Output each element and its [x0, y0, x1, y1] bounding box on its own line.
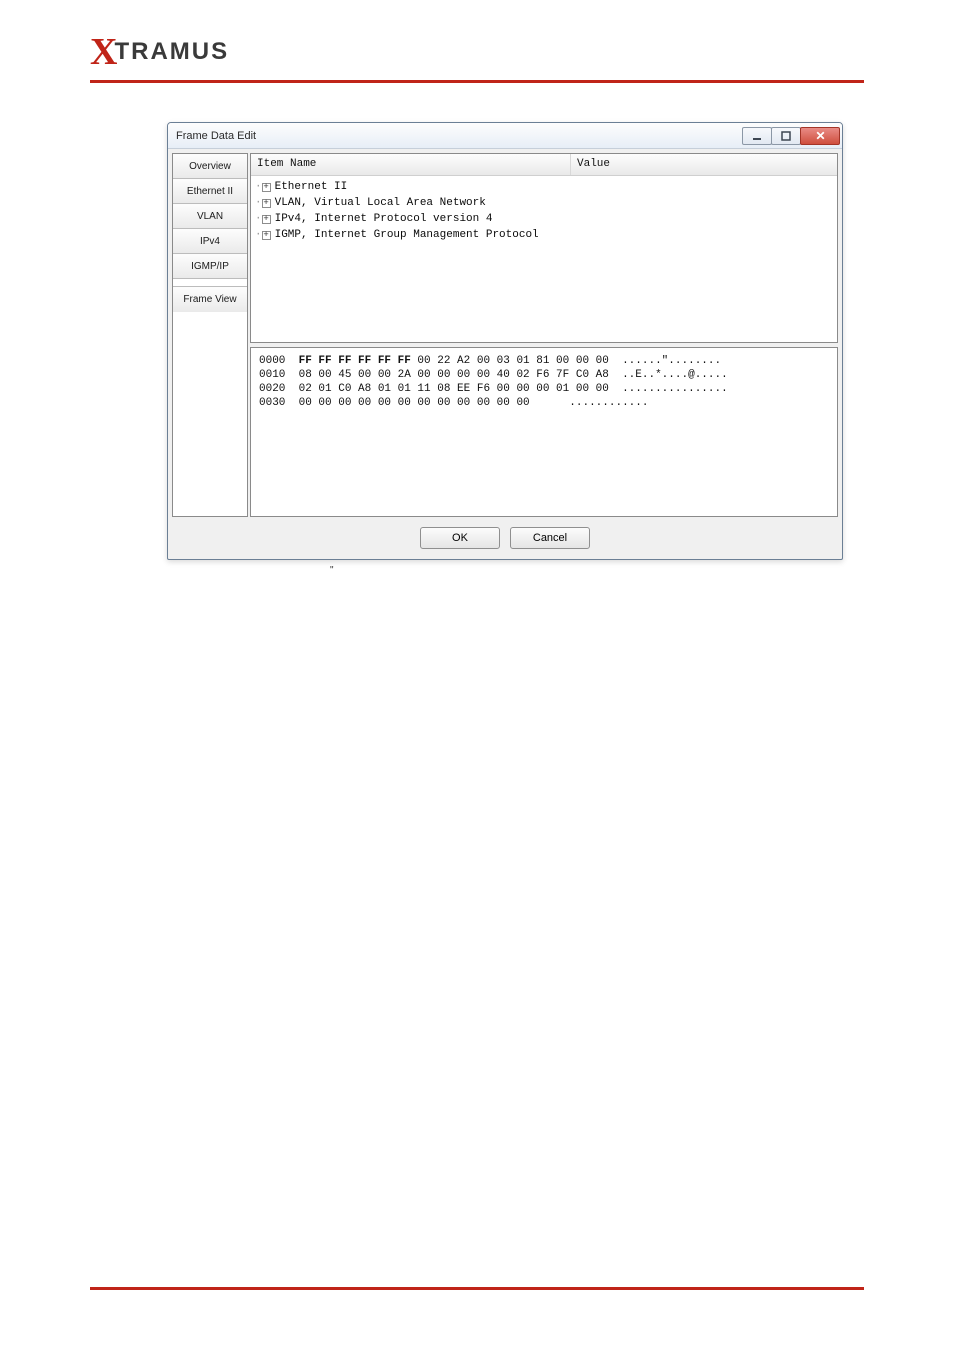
sidebar-item-frame-view[interactable]: Frame View	[173, 287, 247, 312]
sidebar-item-label: IGMP/IP	[191, 261, 229, 272]
tree-row-label: VLAN, Virtual Local Area Network	[275, 197, 486, 209]
tree-rows: ·+Ethernet II ·+VLAN, Virtual Local Area…	[251, 176, 837, 246]
sidebar-item-label: Overview	[189, 161, 231, 172]
brand-logo: XTRAMUS	[90, 30, 229, 74]
sidebar-item-label: Frame View	[183, 294, 236, 305]
tree-connector: ·	[255, 181, 262, 193]
stray-quote-mark: "	[330, 565, 334, 576]
expand-icon[interactable]: +	[262, 215, 271, 224]
sidebar-item-ipv4[interactable]: IPv4	[173, 229, 247, 254]
footer-divider	[90, 1287, 864, 1290]
sidebar-item-vlan[interactable]: VLAN	[173, 204, 247, 229]
sidebar-item-label: VLAN	[197, 211, 223, 222]
expand-icon[interactable]: +	[262, 231, 271, 240]
tree-connector: ·	[255, 229, 262, 241]
dialog-title: Frame Data Edit	[176, 130, 256, 142]
expand-icon[interactable]: +	[262, 199, 271, 208]
sidebar-item-ethernet-ii[interactable]: Ethernet II	[173, 179, 247, 204]
sidebar-item-label: IPv4	[200, 236, 220, 247]
ok-button[interactable]: OK	[420, 527, 500, 549]
window-maximize-button[interactable]	[771, 127, 801, 145]
hex-line: 0000 FF FF FF FF FF FF 00 22 A2 00 03 01…	[259, 355, 721, 367]
expand-icon[interactable]: +	[262, 183, 271, 192]
sidebar-gap	[173, 279, 247, 287]
window-minimize-button[interactable]	[742, 127, 772, 145]
tree-row-label: IPv4, Internet Protocol version 4	[275, 213, 493, 225]
tree-row-ipv4[interactable]: ·+ IPv4, Internet Protocol version 4	[255, 211, 833, 227]
tree-connector: ·	[255, 213, 262, 225]
logo-text: TRAMUS	[114, 38, 229, 66]
cancel-button[interactable]: Cancel	[510, 527, 590, 549]
tree-row-label: IGMP, Internet Group Management Protocol	[275, 229, 539, 241]
dialog-titlebar[interactable]: Frame Data Edit	[168, 123, 842, 149]
tree-row-ethernet-ii[interactable]: ·+ Ethernet II	[255, 179, 833, 195]
tree-row-label: Ethernet II	[275, 181, 348, 193]
hex-line: 0020 02 01 C0 A8 01 01 11 08 EE F6 00 00…	[259, 383, 728, 395]
tree-row-vlan[interactable]: ·+ VLAN, Virtual Local Area Network	[255, 195, 833, 211]
tree-connector: ·	[255, 197, 262, 209]
maximize-icon	[781, 131, 791, 141]
sidebar-item-overview[interactable]: Overview	[173, 154, 247, 179]
hex-line: 0030 00 00 00 00 00 00 00 00 00 00 00 00…	[259, 397, 648, 409]
protocol-tree-panel: Item Name Value ·+Ethernet II ·+VLAN, Vi…	[250, 153, 838, 343]
window-close-button[interactable]	[800, 127, 840, 145]
tree-row-igmp[interactable]: ·+ IGMP, Internet Group Management Protoc…	[255, 227, 833, 243]
sidebar-item-igmp-ip[interactable]: IGMP/IP	[173, 254, 247, 279]
tree-header: Item Name Value	[251, 154, 837, 176]
logo-mark: X	[90, 30, 116, 74]
close-icon	[815, 130, 826, 141]
minimize-icon	[752, 131, 762, 141]
tree-header-value: Value	[571, 154, 837, 175]
sidebar-item-label: Ethernet II	[187, 186, 233, 197]
frame-data-edit-dialog: Frame Data Edit Overview Ethernet II VLA…	[167, 122, 843, 560]
hex-dump-panel: 0000 FF FF FF FF FF FF 00 22 A2 00 03 01…	[250, 347, 838, 517]
header-divider	[90, 80, 864, 83]
dialog-button-bar: OK Cancel	[168, 521, 842, 559]
dialog-sidebar: Overview Ethernet II VLAN IPv4 IGMP/IP F…	[172, 153, 248, 517]
tree-header-item-name: Item Name	[251, 154, 571, 175]
hex-line: 0010 08 00 45 00 00 2A 00 00 00 00 40 02…	[259, 369, 728, 381]
